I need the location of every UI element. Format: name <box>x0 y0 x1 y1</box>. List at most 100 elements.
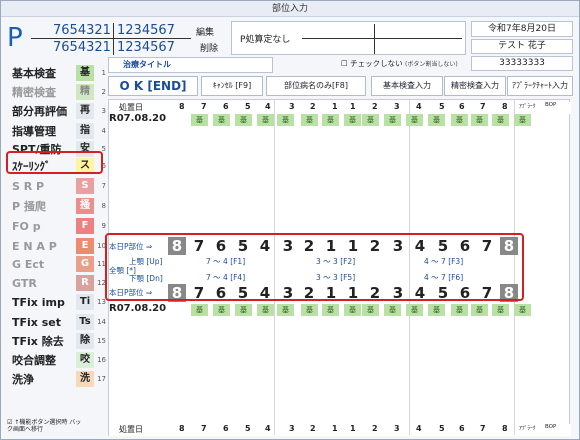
sidebar-item-badge: 精 <box>76 84 94 100</box>
patient-id-1: 7654321 <box>53 23 111 38</box>
basic-exam-mark[interactable]: 基 <box>277 304 294 316</box>
tooth-number: 5 <box>439 102 445 111</box>
sidebar-item[interactable]: TFix 除去除 15 <box>6 332 106 350</box>
basic-exam-mark[interactable]: 基 <box>451 114 468 126</box>
sidebar-item[interactable]: 咬合調整 咬 16 <box>6 351 106 369</box>
tooth-number: 4 <box>265 102 271 111</box>
basic-exam-mark[interactable]: 基 <box>428 114 445 126</box>
basic-exam-mark[interactable]: 基 <box>471 114 488 126</box>
basic-exam-mark[interactable]: 基 <box>322 304 339 316</box>
sidebar-item[interactable]: E N A P E 10 <box>6 237 106 255</box>
sidebar-item-label: 精密検査 <box>12 86 56 99</box>
edit-button[interactable]: 編集 <box>196 25 214 38</box>
sidebar-item[interactable]: 指導管理 指 4 <box>6 122 106 140</box>
apl-chart-button[interactable]: ｱﾌﾟﾗｰｸﾁｬｰﾄ入力 <box>507 76 573 96</box>
basic-exam-mark[interactable]: 基 <box>362 114 379 126</box>
sidebar-item[interactable]: 基本検査 基 1 <box>6 64 106 82</box>
tooth-number: 6 <box>223 102 229 111</box>
sidebar-item-number: 2 <box>101 88 106 96</box>
basic-exam-mark[interactable]: 基 <box>257 304 274 316</box>
sidebar-item-label: GTR <box>12 276 37 290</box>
tooth-number: 8 <box>179 424 185 433</box>
sidebar-item-label: 咬合調整 <box>12 354 56 367</box>
tooth-number: 7 <box>201 102 207 111</box>
p-calc-line <box>302 38 462 39</box>
sidebar-item[interactable]: 部分再評価再 3 <box>6 102 106 120</box>
sidebar-item-label: TFix set <box>12 315 61 329</box>
delete-button[interactable]: 削除 <box>200 41 218 54</box>
sidebar-item-number: 3 <box>101 107 106 115</box>
sidebar-item-badge: S <box>76 178 94 194</box>
sidebar-item[interactable]: G Ect G 11 <box>6 255 106 273</box>
basic-exam-mark[interactable]: 基 <box>235 304 252 316</box>
sidebar-item-number: 9 <box>101 222 106 230</box>
sidebar-item[interactable]: FO p F9 <box>6 217 106 235</box>
sidebar-item[interactable]: TFix imp Ti 13 <box>6 293 106 311</box>
window-title: 部位入力 <box>1 1 579 17</box>
basic-exam-mark[interactable]: 基 <box>191 304 208 316</box>
row2-date: R07.08.20 <box>109 303 167 314</box>
basic-exam-mark[interactable]: 基 <box>344 304 361 316</box>
only-name-button[interactable]: 部位病名のみ[F8] <box>266 76 366 96</box>
p-calc-cross <box>374 24 375 54</box>
basic-exam-mark[interactable]: 基 <box>492 304 509 316</box>
p-calc-panel: P処算定なし <box>231 21 466 55</box>
sidebar-item[interactable]: GTR R 12 <box>6 274 106 292</box>
basic-exam-mark[interactable]: 基 <box>451 304 468 316</box>
check-toggle[interactable]: ☐ チェックしない <box>341 58 403 69</box>
tooth-number: 5 <box>439 424 445 433</box>
basic-exam-mark[interactable]: 基 <box>362 304 379 316</box>
ok-end-button[interactable]: O K [END] <box>108 76 198 96</box>
basic-exam-mark[interactable]: 基 <box>235 114 252 126</box>
patient-name: テスト 花子 <box>471 39 573 54</box>
basic-exam-mark[interactable]: 基 <box>471 304 488 316</box>
tooth-number: 3 <box>394 424 400 433</box>
basic-exam-mark[interactable]: 基 <box>277 114 294 126</box>
sidebar-item-badge: 基 <box>76 65 94 81</box>
basic-exam-mark[interactable]: 基 <box>428 304 445 316</box>
sidebar-item[interactable]: S R P S7 <box>6 177 106 195</box>
tooth-number: 4 <box>416 102 422 111</box>
basic-exam-mark[interactable]: 基 <box>384 304 401 316</box>
sidebar-item[interactable]: 洗浄 洗 17 <box>6 370 106 388</box>
basic-exam-mark[interactable]: 基 <box>406 114 423 126</box>
basic-exam-mark[interactable]: 基 <box>213 114 230 126</box>
basic-exam-mark[interactable]: 基 <box>191 114 208 126</box>
basic-exam-mark[interactable]: 基 <box>514 114 531 126</box>
sidebar-item-badge: 再 <box>76 103 94 119</box>
id-divider <box>31 38 191 39</box>
cancel-button[interactable]: ｷｬﾝｾﾙ [F9] <box>201 76 263 96</box>
basic-exam-mark[interactable]: 基 <box>492 114 509 126</box>
basic-input-button[interactable]: 基本検査入力 <box>371 76 443 96</box>
sidebar-item[interactable]: P 掻爬 掻 8 <box>6 197 106 215</box>
window: 部位入力 P 7654321 1234567 7654321 1234567 編… <box>0 0 580 440</box>
basic-exam-mark[interactable]: 基 <box>213 304 230 316</box>
basic-exam-mark[interactable]: 基 <box>514 304 531 316</box>
sidebar-item-number: 14 <box>97 318 106 326</box>
sidebar-item[interactable]: TFix set Ts 14 <box>6 313 106 331</box>
treatment-title[interactable]: 治療タイトル <box>108 57 273 73</box>
option-toggle[interactable]: ☑ ↑機能ボタン選択時 バック画面へ移行 <box>7 419 87 433</box>
sidebar-item-label: 指導管理 <box>12 125 56 138</box>
basic-exam-mark[interactable]: 基 <box>406 304 423 316</box>
basic-exam-mark[interactable]: 基 <box>301 304 318 316</box>
basic-exam-mark[interactable]: 基 <box>322 114 339 126</box>
basic-exam-mark[interactable]: 基 <box>301 114 318 126</box>
sidebar-item-badge: Ts <box>76 314 94 330</box>
tooth-number: 8 <box>502 102 508 111</box>
sidebar-item-label: 基本検査 <box>12 67 56 80</box>
sidebar-item-number: 8 <box>101 202 106 210</box>
sidebar-item-label: P 掻爬 <box>12 200 46 213</box>
basic-exam-mark[interactable]: 基 <box>384 114 401 126</box>
tooth-number: 6 <box>223 424 229 433</box>
sidebar-item[interactable]: 精密検査 精 2 <box>6 83 106 101</box>
sidebar-item-badge: E <box>76 238 94 254</box>
basic-exam-mark[interactable]: 基 <box>257 114 274 126</box>
tooth-number: 2 <box>310 424 316 433</box>
basic-exam-mark[interactable]: 基 <box>344 114 361 126</box>
detail-input-button[interactable]: 精密検査入力 <box>444 76 506 96</box>
tooth-number: 6 <box>459 102 465 111</box>
tooth-number: 5 <box>245 424 251 433</box>
tooth-number: 6 <box>459 424 465 433</box>
tooth-number: 3 <box>394 102 400 111</box>
